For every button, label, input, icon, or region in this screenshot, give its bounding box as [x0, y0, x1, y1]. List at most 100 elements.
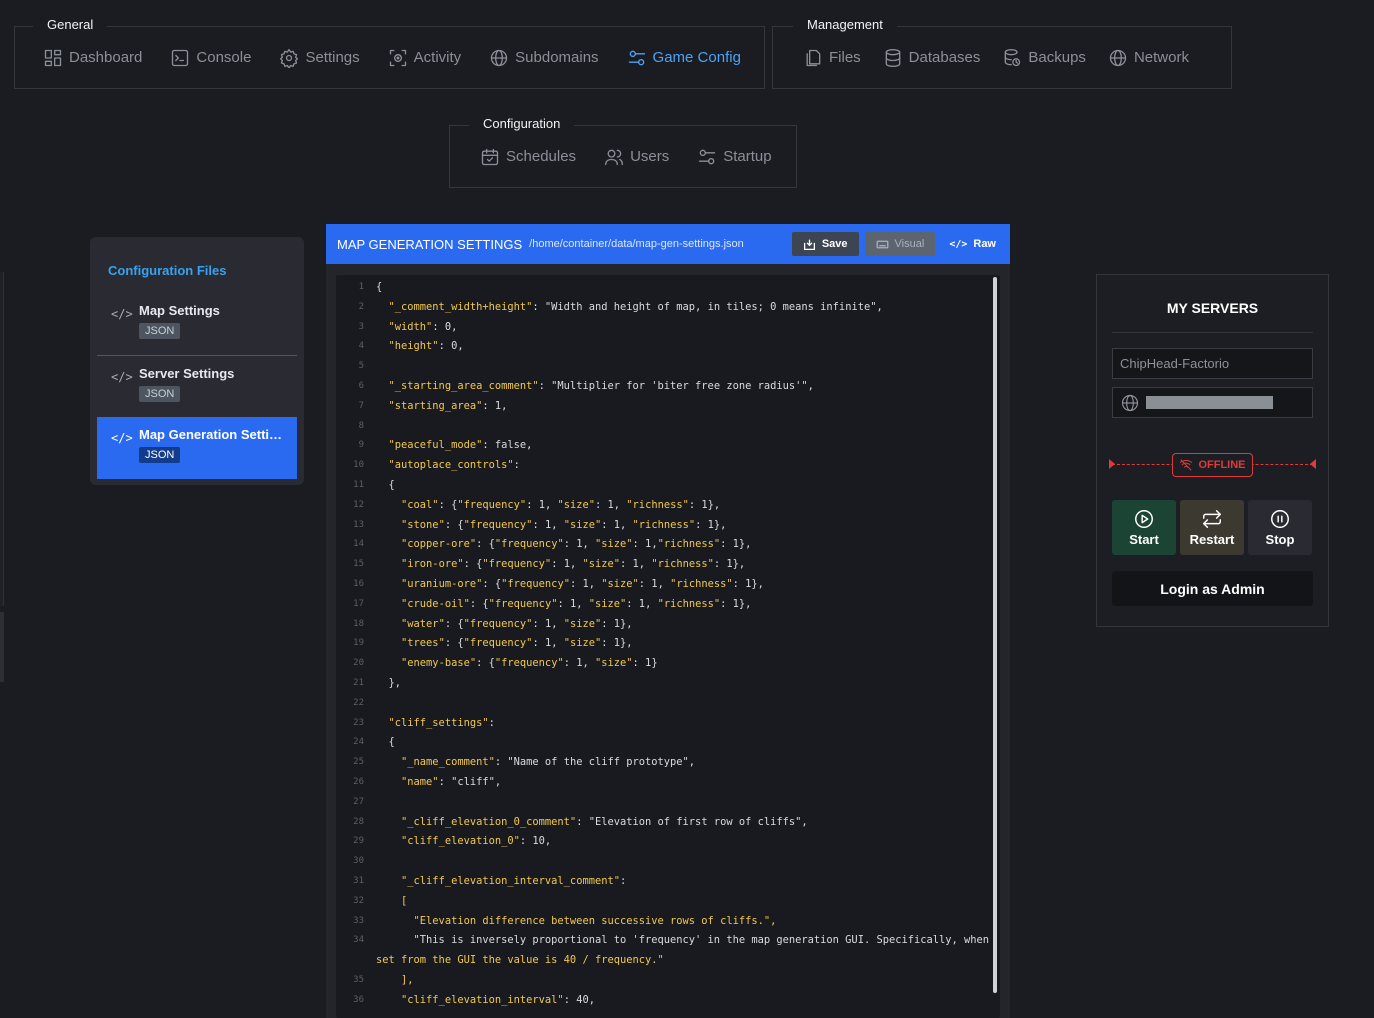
sliders-icon [628, 50, 645, 65]
line-number: 34 [353, 935, 364, 946]
line-number: 19 [353, 638, 364, 649]
config-file-server-settings[interactable]: </> Server Settings JSON [97, 355, 297, 417]
code-line: 29 "cliff_elevation_0": 10, [336, 832, 1000, 852]
line-number: 7 [358, 400, 364, 411]
backup-icon [1005, 48, 1021, 66]
code-line: 23 "cliff_settings": [336, 714, 1000, 734]
save-icon [803, 239, 815, 250]
code-line: 1{ [336, 278, 1000, 298]
stop-label: Stop [1265, 532, 1295, 547]
config-file-map-settings[interactable]: </> Map Settings JSON [97, 293, 297, 355]
nav-item-activity[interactable]: Activity [388, 48, 461, 68]
nav-item-label: Network [1133, 49, 1189, 66]
line-number: 2 [358, 301, 364, 312]
keyboard-icon [876, 240, 888, 248]
restart-button[interactable]: Restart [1180, 500, 1244, 555]
globe-icon [1121, 394, 1139, 411]
nav-item-network[interactable]: Network [1108, 48, 1189, 68]
gear-icon [280, 48, 299, 68]
login-as-admin-button[interactable]: Login as Admin [1112, 571, 1313, 606]
sliders-icon [699, 149, 716, 164]
code-line: 35 ], [336, 971, 1000, 991]
editor-header: MAP GENERATION SETTINGS /home/container/… [326, 224, 1010, 264]
stop-button[interactable]: Stop [1248, 500, 1312, 555]
line-number: 24 [353, 737, 364, 748]
nav-item-startup[interactable]: Startup [697, 147, 772, 167]
save-button[interactable]: Save [791, 232, 859, 256]
code-line: 11 { [336, 476, 1000, 496]
line-text: "_comment_width+height": "Width and heig… [388, 300, 883, 313]
line-text: "starting_area": 1, [388, 399, 508, 412]
server-address-field[interactable] [1112, 387, 1313, 418]
line-number: 3 [358, 321, 364, 332]
server-name-field[interactable]: ChipHead-Factorio [1112, 348, 1313, 379]
code-line: 16 "uranium-ore": {"frequency": 1, "size… [336, 575, 1000, 595]
admin-button-label: Login as Admin [1160, 580, 1265, 597]
status-badge: OFFLINE [1172, 453, 1253, 477]
line-text: "copper-ore": {"frequency": 1, "size": 1… [401, 538, 752, 551]
code-line: 14 "copper-ore": {"frequency": 1, "size"… [336, 535, 1000, 555]
line-number: 30 [353, 856, 364, 867]
code-line: 34 "This is inversely proportional to 'f… [336, 931, 1000, 951]
code-line: 6 "_starting_area_comment": "Multiplier … [336, 377, 1000, 397]
raw-button-label: Raw [973, 238, 996, 250]
code-line: 5 [336, 357, 1000, 377]
line-text: "stone": {"frequency": 1, "size": 1, "ri… [401, 518, 727, 531]
nav-item-console[interactable]: Console [170, 48, 251, 68]
line-number: 9 [358, 440, 364, 451]
line-text: "uranium-ore": {"frequency": 1, "size": … [401, 577, 764, 590]
code-line: 31 "_cliff_elevation_interval_comment": [336, 872, 1000, 892]
visual-mode-button[interactable]: Visual [864, 232, 936, 256]
line-number: 33 [353, 915, 364, 926]
line-number: 11 [353, 479, 364, 490]
code-scrollbar[interactable] [993, 277, 997, 993]
files-icon [806, 49, 821, 66]
nav-item-schedules[interactable]: Schedules [480, 147, 576, 167]
nav-item-backups[interactable]: Backups [1002, 48, 1086, 68]
nav-item-files[interactable]: Files [803, 48, 861, 68]
line-number: 21 [353, 677, 364, 688]
line-text: "cliff_settings": [388, 716, 495, 729]
sidebar-title: Configuration Files [108, 263, 227, 278]
nav-item-label: Dashboard [69, 49, 143, 66]
repeat-icon [1203, 510, 1221, 528]
restart-label: Restart [1189, 532, 1235, 547]
line-text: "_cliff_elevation_interval_comment": [401, 874, 627, 887]
line-text: { [376, 478, 395, 491]
line-text: "iron-ore": {"frequency": 1, "size": 1, … [401, 558, 746, 571]
nav-item-dashboard[interactable]: Dashboard [43, 48, 142, 68]
nav-item-game-config[interactable]: Game Config [627, 48, 741, 68]
code-line: 3 "width": 0, [336, 318, 1000, 338]
left-edge-panel-lower [0, 612, 4, 682]
save-button-label: Save [821, 238, 848, 250]
line-number: 20 [353, 658, 364, 669]
nav-item-subdomains[interactable]: Subdomains [489, 48, 599, 68]
line-number: 31 [353, 875, 364, 886]
line-number: 32 [353, 895, 364, 906]
visual-button-label: Visual [894, 238, 925, 250]
code-line: 24 { [336, 733, 1000, 753]
config-file-name: Server Settings [139, 366, 235, 381]
nav-legend-configuration: Configuration [469, 113, 575, 134]
config-file-map-generation-settings[interactable]: </> Map Generation Settings JSON [97, 417, 297, 479]
code-line: 20 "enemy-base": {"frequency": 1, "size"… [336, 654, 1000, 674]
nav-item-users[interactable]: Users [604, 147, 669, 167]
line-text: "cliff_elevation_0": 10, [401, 835, 552, 848]
raw-mode-button[interactable]: </> Raw [941, 232, 1004, 256]
globe-icon [490, 49, 508, 66]
start-button[interactable]: Start [1112, 500, 1176, 555]
nav-item-databases[interactable]: Databases [883, 48, 980, 68]
nav-item-label: Schedules [506, 148, 577, 165]
line-number: 10 [353, 460, 364, 471]
editor-file-path: /home/container/data/map-gen-settings.js… [529, 238, 744, 250]
code-line: 27 [336, 793, 1000, 813]
line-number: 25 [353, 757, 364, 768]
code-line: 12 "coal": {"frequency": 1, "size": 1, "… [336, 496, 1000, 516]
nav-group-configuration: Configuration Schedules Users Startup [449, 113, 797, 188]
file-type-badge: JSON [139, 386, 181, 402]
wifi-off-icon [1180, 459, 1193, 471]
line-text: "name": "cliff", [401, 775, 502, 788]
nav-item-settings[interactable]: Settings [279, 48, 360, 68]
line-number: 8 [358, 420, 364, 431]
code-textarea[interactable]: 1{ 2 "_comment_width+height": "Width and … [336, 275, 1000, 1018]
